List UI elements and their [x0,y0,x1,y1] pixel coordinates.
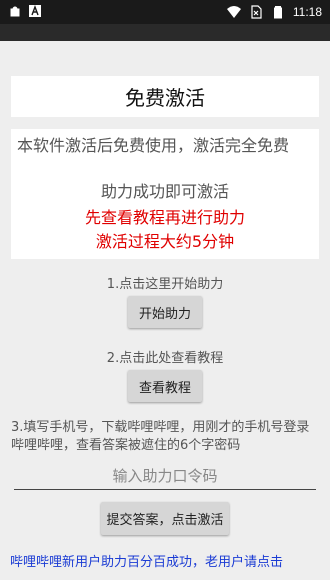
step3-instructions: 3.填写手机号，下载哔哩哔哩，用刚才的手机号登录哔哩哔哩，查看答案被遮住的6个字… [11,420,310,453]
submit-activate-button[interactable]: 提交答案，点击激活 [101,502,229,535]
a-notification-icon [28,4,42,18]
old-user-link[interactable]: 哔哩哔哩新用户助力百分百成功，老用户请点击 [10,551,330,570]
action-bar [0,24,330,41]
info-line-warning: 先查看教程再进行助力 [84,208,245,227]
app-notification-icon [8,4,22,18]
wifi-icon [226,5,241,19]
info-description: 本软件激活后免费使用，激活完全免费 [17,136,290,155]
step2-label: 2.点击此处查看教程 [106,351,224,366]
no-sim-icon [249,5,263,19]
status-bar: 11:18 [0,0,330,24]
info-line-duration: 激活过程大约5分钟 [95,232,235,251]
assist-code-input[interactable] [14,463,316,490]
start-assist-button[interactable]: 开始助力 [128,296,202,328]
page-title: 免费激活 [11,76,319,117]
info-card: 本软件激活后免费使用，激活完全免费 助力成功即可激活 先查看教程再进行助力 激活… [11,129,319,259]
status-time: 11:18 [292,5,322,19]
info-line-success: 助力成功即可激活 [100,182,229,201]
step1-label: 1.点击这里开始助力 [106,277,224,292]
view-tutorial-button[interactable]: 查看教程 [128,370,202,402]
battery-icon [271,5,285,19]
